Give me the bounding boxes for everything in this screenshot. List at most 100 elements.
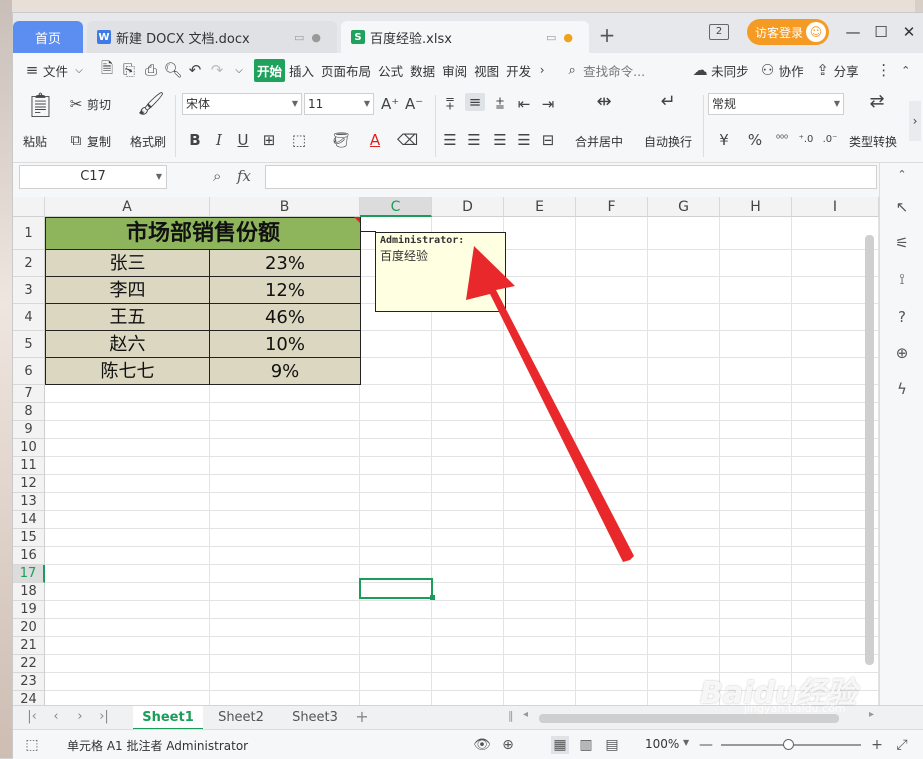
grid-cell[interactable] — [432, 511, 504, 529]
tab-splitter-icon[interactable]: ‖ — [508, 709, 514, 722]
grid-cell[interactable] — [576, 475, 648, 493]
grid-cell[interactable] — [432, 475, 504, 493]
grid-cell[interactable] — [576, 331, 648, 358]
font-color-icon[interactable]: A — [365, 131, 385, 149]
grid-cell[interactable] — [360, 529, 432, 547]
undo-icon[interactable]: ↶ — [184, 59, 206, 81]
menu-review[interactable]: 审阅 — [442, 61, 467, 80]
grid-cell[interactable] — [360, 421, 432, 439]
grid-cell[interactable] — [504, 601, 576, 619]
grid-cell[interactable] — [210, 403, 360, 421]
table-share-cell[interactable]: 12% — [210, 277, 361, 304]
eye-protection-icon[interactable]: 👁︎ — [473, 736, 491, 754]
last-sheet-icon[interactable]: ›| — [95, 708, 113, 726]
grid-cell[interactable] — [504, 637, 576, 655]
grid-cell[interactable] — [720, 217, 792, 250]
table-share-cell[interactable]: 9% — [210, 358, 361, 385]
grid-cell[interactable] — [576, 304, 648, 331]
increase-font-icon[interactable]: A⁺ — [381, 95, 399, 113]
grid-cell[interactable] — [648, 457, 720, 475]
grid-cell[interactable] — [720, 547, 792, 565]
grid-cell[interactable] — [720, 511, 792, 529]
row-header[interactable]: 4 — [13, 304, 45, 331]
print-preview-icon[interactable]: 🔍︎ — [162, 59, 184, 81]
grid-cell[interactable] — [360, 655, 432, 673]
grid-cell[interactable] — [720, 439, 792, 457]
grid-cell[interactable] — [576, 250, 648, 277]
grid-cell[interactable] — [576, 601, 648, 619]
grid-cell[interactable] — [720, 358, 792, 385]
bold-icon[interactable]: B — [187, 131, 203, 149]
grid-cell[interactable] — [576, 439, 648, 457]
column-header[interactable]: I — [792, 197, 879, 217]
zoom-slider-thumb[interactable] — [783, 739, 794, 750]
table-share-cell[interactable]: 23% — [210, 250, 361, 277]
grid-cell[interactable] — [720, 601, 792, 619]
grid-cell[interactable] — [45, 565, 210, 583]
row-header[interactable]: 15 — [13, 529, 45, 547]
vertical-scrollbar[interactable] — [865, 235, 874, 665]
table-name-cell[interactable]: 赵六 — [45, 331, 210, 358]
grid-cell[interactable] — [45, 439, 210, 457]
grid-cell[interactable] — [432, 529, 504, 547]
type-convert-icon[interactable]: ⇄ — [865, 93, 889, 111]
column-header[interactable]: B — [210, 197, 360, 217]
freeze-view-icon[interactable]: ⊕ — [499, 736, 517, 754]
grid-cell[interactable] — [576, 583, 648, 601]
italic-icon[interactable]: I — [211, 131, 227, 149]
more-options-icon[interactable]: ⋮ — [873, 59, 895, 81]
decrease-indent-icon[interactable]: ⇤ — [515, 95, 533, 113]
zoom-chevron-icon[interactable]: ▼ — [683, 738, 689, 747]
grid-cell[interactable] — [648, 385, 720, 403]
grid-cell[interactable] — [648, 637, 720, 655]
underline-icon[interactable]: U — [235, 131, 251, 149]
ribbon-scroll-right-icon[interactable]: › — [909, 101, 921, 141]
properties-sliders-icon[interactable]: ⚟ — [892, 233, 912, 253]
grid-cell[interactable] — [432, 547, 504, 565]
grid-cell[interactable] — [504, 583, 576, 601]
grid-cell[interactable] — [576, 403, 648, 421]
number-format-select[interactable]: 常规 ▼ — [708, 93, 844, 115]
select-all-corner[interactable] — [13, 197, 45, 217]
currency-icon[interactable]: ¥ — [713, 131, 735, 149]
grid-cell[interactable] — [45, 691, 210, 705]
grid-cell[interactable] — [45, 529, 210, 547]
fullscreen-icon[interactable]: ⤢ — [893, 736, 911, 754]
font-size-select[interactable]: 11 ▼ — [304, 93, 374, 115]
font-name-select[interactable]: 宋体 ▼ — [182, 93, 302, 115]
grid-cell[interactable] — [720, 457, 792, 475]
grid-cell[interactable] — [210, 457, 360, 475]
minimize-icon[interactable]: — — [841, 21, 865, 43]
grid-cell[interactable] — [504, 457, 576, 475]
fill-pattern-icon[interactable]: ⬚ — [289, 131, 309, 149]
grid-cell[interactable] — [720, 331, 792, 358]
comment-box[interactable]: Administrator: 百度经验 — [375, 232, 506, 312]
normal-view-icon[interactable]: ▦ — [551, 736, 569, 754]
row-header[interactable]: 11 — [13, 457, 45, 475]
page-layout-view-icon[interactable]: ▥ — [577, 736, 595, 754]
grid-cell[interactable] — [504, 331, 576, 358]
menu-file[interactable]: 文件 — [43, 61, 68, 80]
grid-cell[interactable] — [45, 637, 210, 655]
grid-cell[interactable] — [45, 421, 210, 439]
maximize-icon[interactable]: ☐ — [869, 21, 893, 43]
align-left-icon[interactable]: ☰ — [441, 131, 459, 149]
grid-cell[interactable] — [432, 691, 504, 705]
zoom-out-icon[interactable]: — — [697, 736, 715, 754]
grid-cell[interactable] — [504, 304, 576, 331]
column-header[interactable]: C — [360, 197, 432, 217]
grid-cell[interactable] — [648, 475, 720, 493]
grid-cell[interactable] — [504, 673, 576, 691]
sheet-grid[interactable]: A B C D E F G H I 1 2 3 4 5 6 7 8 9 10 11 12 13 14 15 1… — [13, 197, 879, 705]
row-header[interactable]: 22 — [13, 655, 45, 673]
table-name-cell[interactable]: 张三 — [45, 250, 210, 277]
grid-cell[interactable] — [45, 619, 210, 637]
grid-cell[interactable] — [504, 385, 576, 403]
grid-cell[interactable] — [504, 493, 576, 511]
grid-cell[interactable] — [432, 637, 504, 655]
grid-cell[interactable] — [648, 250, 720, 277]
name-box-chevron-icon[interactable]: ▼ — [156, 166, 162, 188]
insert-function-icon[interactable]: fx — [237, 167, 251, 185]
grid-cell[interactable] — [210, 565, 360, 583]
menu-formula[interactable]: 公式 — [378, 61, 403, 80]
